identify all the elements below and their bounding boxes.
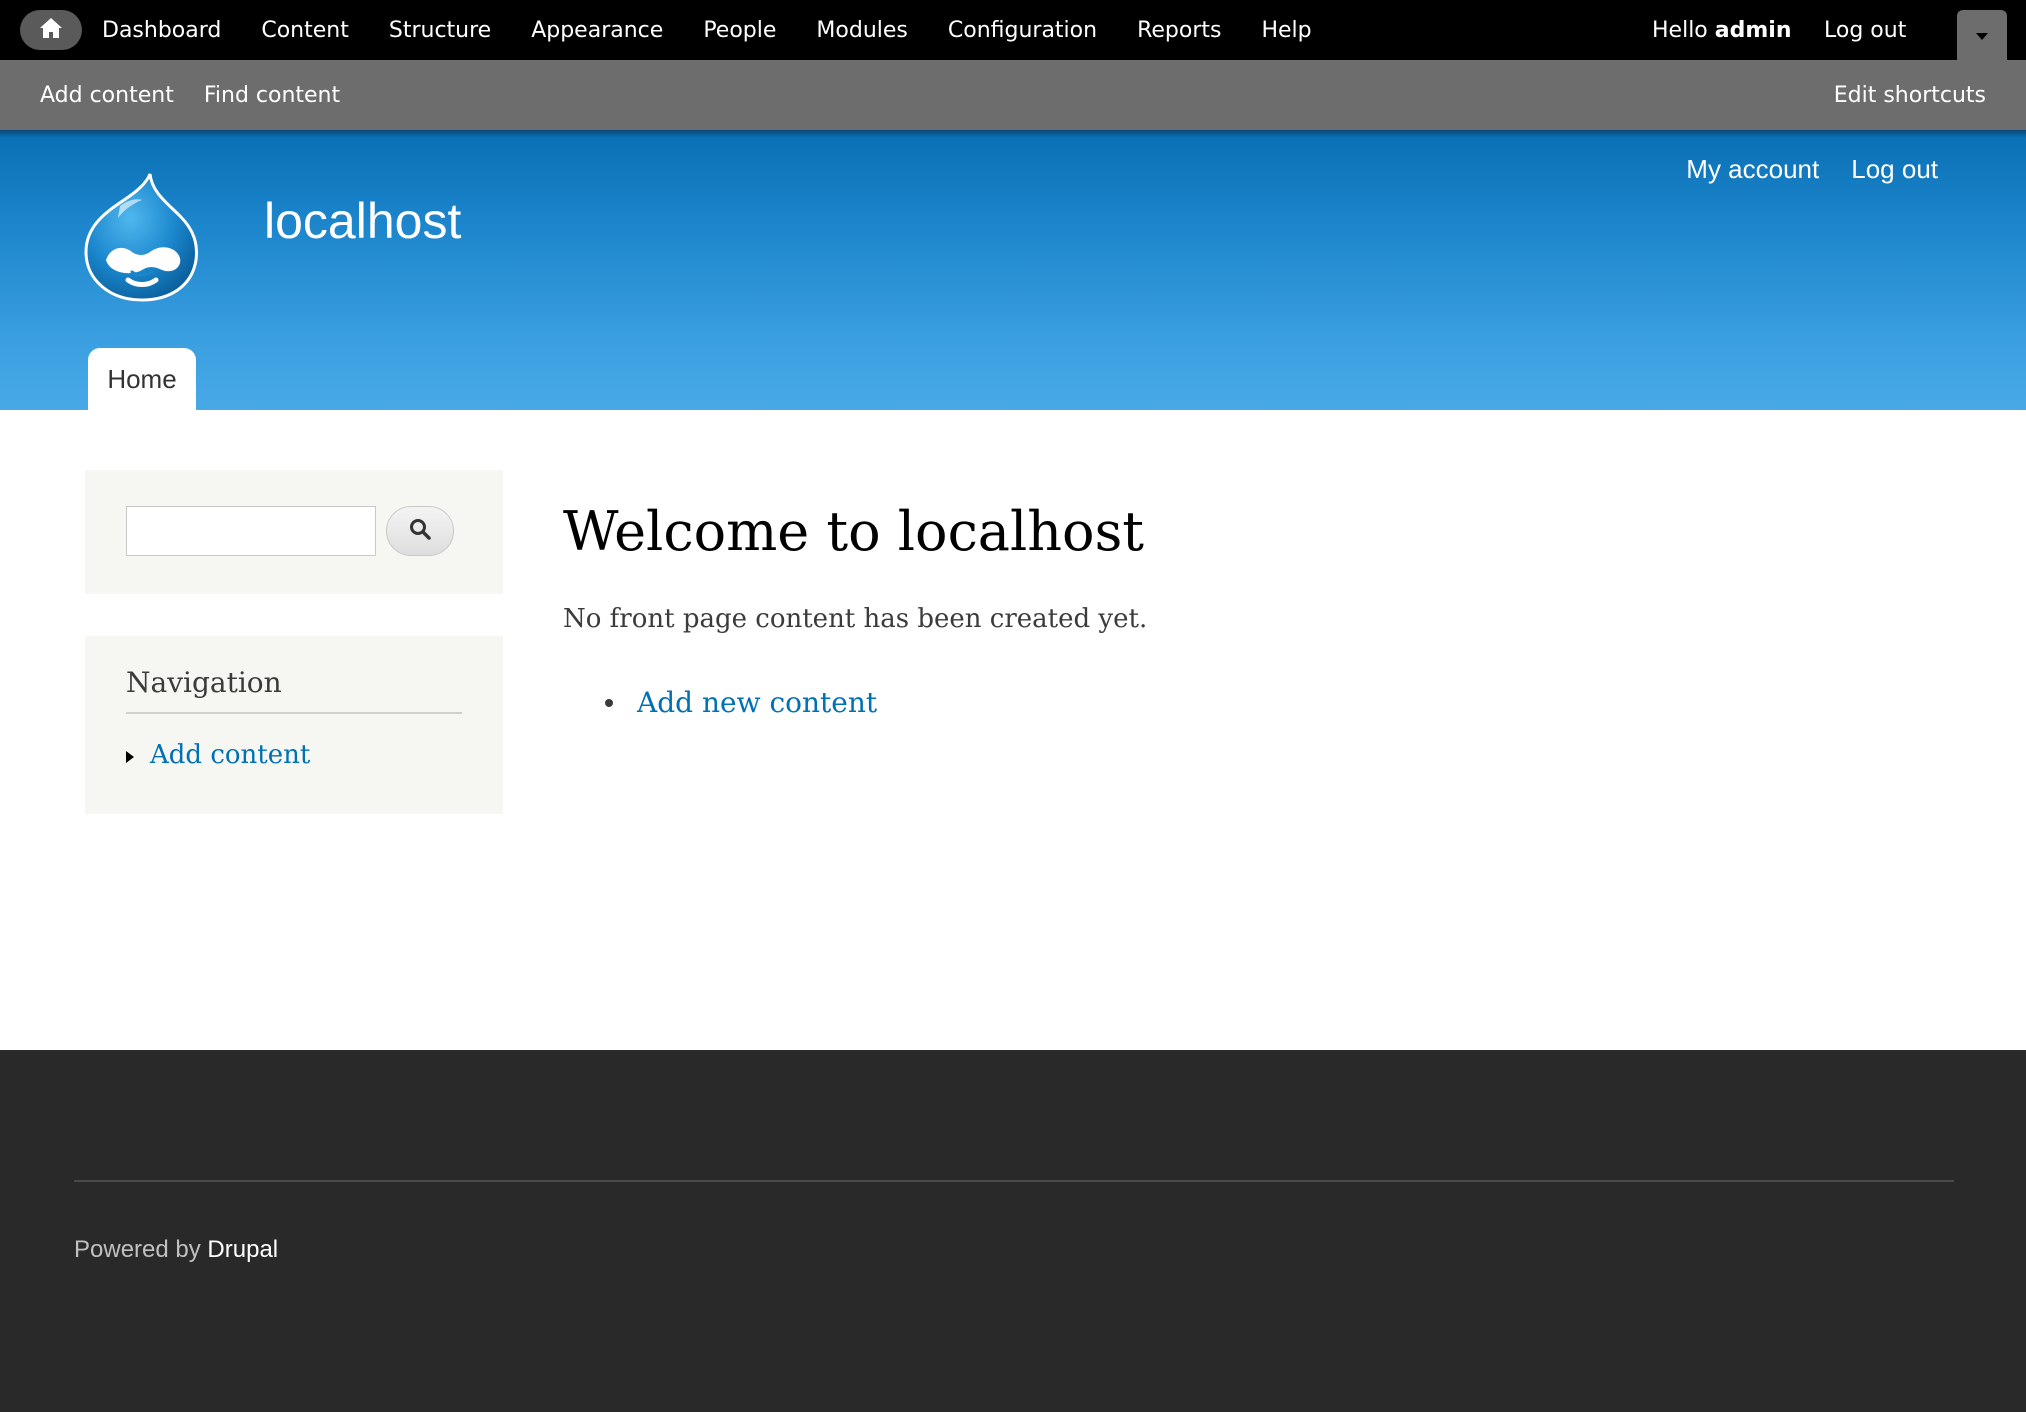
add-new-content-link[interactable]: Add new content: [637, 686, 877, 719]
admin-menu-appearance[interactable]: Appearance: [531, 18, 663, 43]
shortcut-find-content[interactable]: Find content: [204, 83, 340, 108]
search-icon: [408, 517, 432, 545]
drupal-link[interactable]: Drupal: [207, 1236, 278, 1263]
chevron-down-icon: [1974, 26, 1990, 45]
greeting-text: Hello: [1652, 17, 1708, 43]
list-item: Add new content: [563, 686, 877, 719]
navigation-item: Add content: [126, 740, 310, 770]
shortcuts-list: Add content Find content: [40, 60, 370, 130]
shortcuts-bar: Add content Find content Edit shortcuts: [0, 60, 2026, 130]
admin-menu-help[interactable]: Help: [1261, 18, 1311, 43]
bullet-icon: [605, 698, 613, 707]
secondary-menu-logout[interactable]: Log out: [1851, 154, 1938, 185]
toolbar-home-button[interactable]: [20, 10, 82, 50]
admin-menu-configuration[interactable]: Configuration: [948, 18, 1097, 43]
front-page-message: No front page content has been created y…: [563, 604, 1148, 634]
admin-menu-reports[interactable]: Reports: [1137, 18, 1221, 43]
search-input[interactable]: [126, 506, 376, 556]
search-block: [85, 470, 503, 594]
navigation-title: Navigation: [126, 666, 282, 699]
admin-menu-modules[interactable]: Modules: [816, 18, 907, 43]
site-name[interactable]: localhost: [264, 192, 461, 250]
admin-menu-content[interactable]: Content: [261, 18, 349, 43]
main-menu-tab-home[interactable]: Home: [88, 348, 196, 410]
site-header: localhost My account Log out Home: [0, 130, 2026, 410]
admin-menu-people[interactable]: People: [703, 18, 776, 43]
site-footer: Powered by Drupal: [0, 1050, 2026, 1412]
secondary-menu-my-account[interactable]: My account: [1686, 154, 1819, 185]
powered-by: Powered by Drupal: [74, 1236, 278, 1264]
drupal-drop-logo: [84, 173, 198, 302]
shortcuts-drawer-toggle[interactable]: [1957, 10, 2007, 60]
footer-divider: [74, 1180, 1954, 1182]
username-link[interactable]: admin: [1715, 18, 1792, 43]
edit-shortcuts-link[interactable]: Edit shortcuts: [1834, 60, 1986, 130]
collapsed-arrow-icon: [126, 751, 134, 763]
content-links-list: Add new content: [563, 686, 877, 719]
page-title: Welcome to localhost: [563, 500, 1144, 563]
navigation-add-content-link[interactable]: Add content: [150, 740, 310, 770]
navigation-divider: [126, 712, 462, 714]
powered-by-text: Powered by: [74, 1236, 201, 1263]
toolbar-user-greeting: Hello admin: [1652, 0, 1792, 60]
site-logo[interactable]: [80, 170, 202, 302]
secondary-menu: My account Log out: [1654, 154, 1938, 185]
admin-menu: Dashboard Content Structure Appearance P…: [102, 0, 1352, 60]
navigation-block: Navigation Add content: [85, 636, 503, 814]
admin-menu-dashboard[interactable]: Dashboard: [102, 18, 221, 43]
admin-toolbar: Dashboard Content Structure Appearance P…: [0, 0, 2026, 60]
search-button[interactable]: [386, 506, 454, 556]
shortcut-add-content[interactable]: Add content: [40, 83, 174, 108]
admin-menu-structure[interactable]: Structure: [389, 18, 491, 43]
toolbar-logout-link[interactable]: Log out: [1824, 0, 1906, 60]
home-icon: [39, 17, 63, 43]
